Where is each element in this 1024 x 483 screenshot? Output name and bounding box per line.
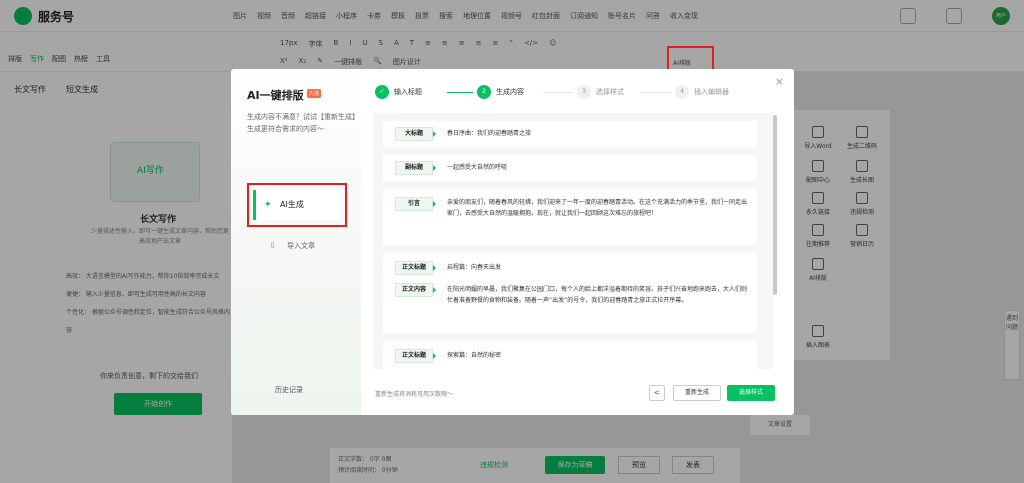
step-2: 2 生成内容 xyxy=(477,85,524,99)
select-style-button[interactable]: 选择样式 xyxy=(727,385,775,401)
dialog-desc: 生成内容不满意？试试【重新生成】生成更符合需求的内容～ xyxy=(247,113,356,133)
content-card[interactable]: 副标题 一起感受大自然的呼吸 xyxy=(383,155,757,181)
step-label: 输入标题 xyxy=(394,88,422,96)
content-text: 启程篇：向春天出发 xyxy=(447,264,502,271)
step-4: 4 插入编辑器 xyxy=(675,85,729,99)
step-connector xyxy=(641,92,671,93)
step-1: ✓ 输入标题 xyxy=(375,85,422,99)
check-icon: ✓ xyxy=(375,85,389,99)
generated-content: 大标题 春日序曲：我们的迎春踏青之旅 副标题 一起感受大自然的呼吸 引言 亲爱的… xyxy=(373,113,773,369)
step-number: 3 xyxy=(577,85,591,99)
step-label: 生成内容 xyxy=(496,88,524,96)
step-3: 3 选择样式 xyxy=(577,85,624,99)
back-button[interactable]: < xyxy=(649,385,665,401)
content-tag: 正文标题 xyxy=(395,349,436,363)
import-article-label: 导入文章 xyxy=(287,242,315,250)
content-text: 春日序曲：我们的迎春踏青之旅 xyxy=(447,130,532,137)
step-label: 插入编辑器 xyxy=(694,88,729,96)
content-tag: 引言 xyxy=(395,197,436,211)
step-connector xyxy=(543,92,573,93)
step-number: 2 xyxy=(477,85,491,99)
ai-generate-highlight: ✦ AI生成 xyxy=(247,183,347,227)
dialog-main: × ✓ 输入标题 2 生成内容 3 选择样式 4 插入编辑器 大标题 春日序曲：我们的迎… xyxy=(361,69,794,415)
dialog-title: AI一键排版 xyxy=(247,89,304,102)
content-card[interactable]: 大标题 春日序曲：我们的迎春踏青之旅 xyxy=(383,121,757,147)
regenerate-note: 重新生成将消耗可用次数哦～ xyxy=(375,391,454,398)
content-card[interactable]: 引言 亲爱的朋友们，随着春风的轻拂，我们迎来了一年一度的迎春踏青活动。在这个充满… xyxy=(383,189,757,245)
content-tag: 副标题 xyxy=(395,161,436,175)
content-tag: 大标题 xyxy=(395,127,436,141)
beta-badge: 内测 xyxy=(307,89,322,98)
dialog-sidebar: AI一键排版 内测 生成内容不满意？试试【重新生成】生成更符合需求的内容～ ✦ … xyxy=(231,69,361,415)
step-connector xyxy=(447,92,473,93)
ai-generate-label: AI生成 xyxy=(280,200,304,209)
content-text: 在阳光明媚的早晨，我们聚集在公园门口，每个人的脸上都洋溢着期待的笑容。孩子们兴奋… xyxy=(447,286,748,304)
content-card[interactable]: 正文标题 探索篇：自然的秘密 xyxy=(383,341,757,369)
dialog-footer: 重新生成将消耗可用次数哦～ < 重新生成 选择样式 xyxy=(361,375,794,415)
import-icon: ⇩ xyxy=(269,241,276,250)
content-text: 一起感受大自然的呼吸 xyxy=(447,164,508,171)
magic-wand-icon: ✦ xyxy=(264,200,272,210)
ai-generate-button[interactable]: ✦ AI生成 xyxy=(253,190,341,220)
content-text: 亲爱的朋友们，随着春风的轻拂，我们迎来了一年一度的迎春踏青活动。在这个充满活力的… xyxy=(447,199,748,217)
import-article-button[interactable]: ⇩ 导入文章 xyxy=(251,234,343,258)
history-button[interactable]: 历史记录 xyxy=(275,385,303,395)
ai-layout-dialog: AI一键排版 内测 生成内容不满意？试试【重新生成】生成更符合需求的内容～ ✦ … xyxy=(231,69,794,415)
regenerate-button[interactable]: 重新生成 xyxy=(673,385,721,401)
step-label: 选择样式 xyxy=(596,88,624,96)
content-scrollbar[interactable] xyxy=(773,115,777,295)
close-icon[interactable]: × xyxy=(775,75,784,88)
content-text: 探索篇：自然的秘密 xyxy=(447,352,502,359)
step-number: 4 xyxy=(675,85,689,99)
content-tag: 正文标题 xyxy=(395,261,436,275)
content-card[interactable]: 正文标题 启程篇：向春天出发 正文内容 在阳光明媚的早晨，我们聚集在公园门口，每… xyxy=(383,253,757,333)
content-tag: 正文内容 xyxy=(395,283,436,297)
stepper: ✓ 输入标题 2 生成内容 3 选择样式 4 插入编辑器 xyxy=(375,85,775,101)
